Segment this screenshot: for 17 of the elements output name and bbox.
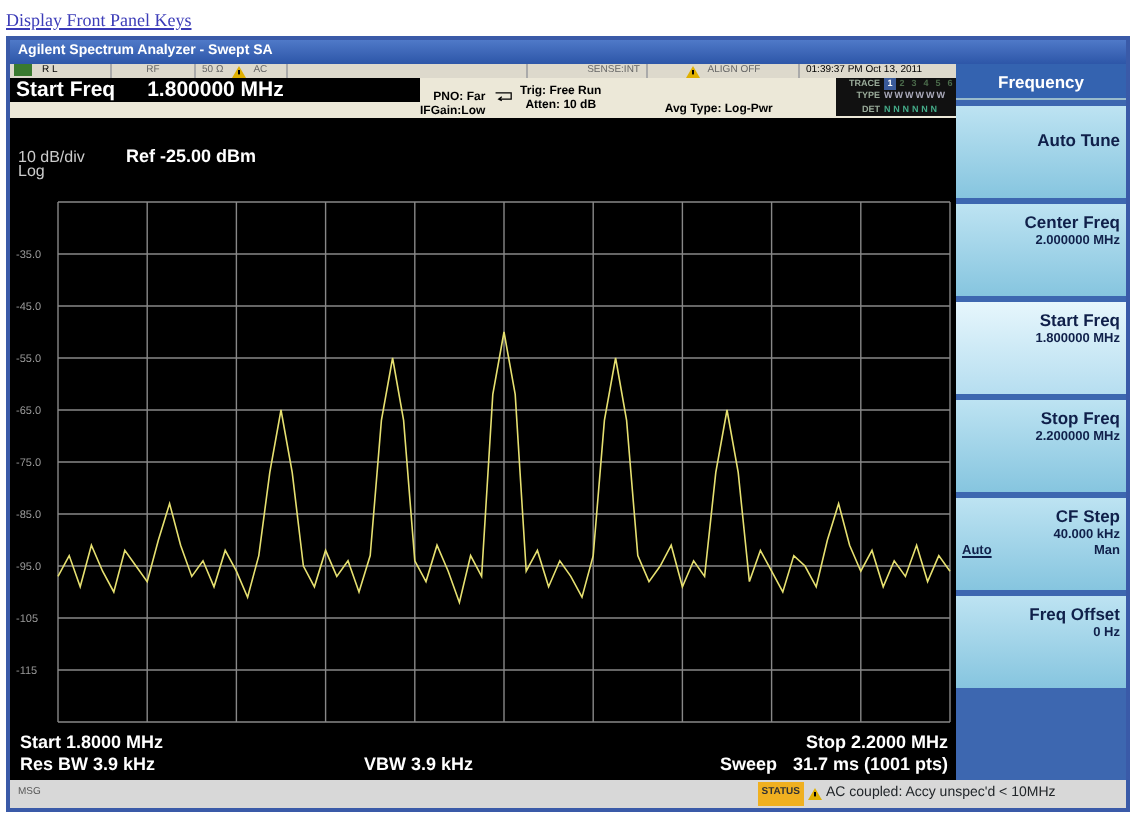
warning-icon — [808, 788, 822, 800]
sweep-label: Sweep — [719, 754, 777, 776]
start-frequency: Start 1.8000 MHz — [20, 732, 164, 754]
active-function-value: 1.800000 MHz — [147, 78, 284, 102]
stop-frequency: Stop 2.2000 MHz — [805, 732, 948, 754]
sweep-time: 31.7 ms (1001 pts) — [792, 754, 948, 776]
scale-label: 10 dB/div — [18, 148, 85, 166]
video-bandwidth: VBW 3.9 kHz — [364, 754, 474, 776]
loop-arrow-icon — [493, 90, 513, 102]
softkey-button[interactable]: Auto Tune — [956, 106, 1126, 198]
reference-level: Ref -25.00 dBm — [126, 146, 257, 166]
resolution-bandwidth: Res BW 3.9 kHz — [20, 754, 158, 776]
panel-keys-link[interactable]: Display Front Panel Keys — [0, 0, 1136, 36]
warning-icon — [685, 65, 700, 77]
active-function-label: Start Freq — [16, 78, 116, 102]
scale-type-label: Log — [18, 162, 45, 180]
menu-title: Frequency — [956, 64, 1126, 100]
